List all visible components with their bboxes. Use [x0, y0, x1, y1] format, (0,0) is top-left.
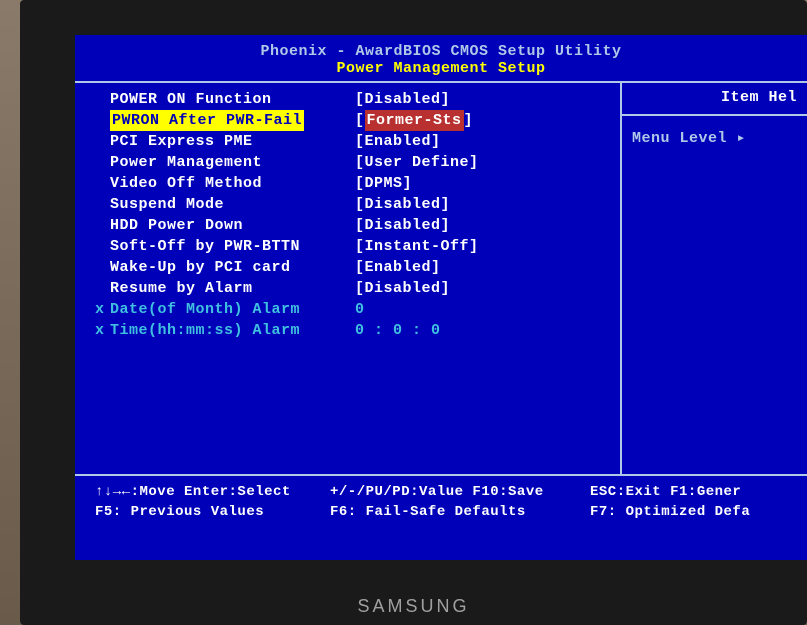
help-panel: Item Hel Menu Level ▸ [622, 83, 807, 474]
bios-screen: Phoenix - AwardBIOS CMOS Setup Utility P… [75, 35, 807, 560]
setting-label: Soft-Off by PWR-BTTN [85, 236, 355, 257]
setting-value: [Disabled] [355, 194, 610, 215]
setting-label: PCI Express PME [85, 131, 355, 152]
setting-value: 0 : 0 : 0 [355, 320, 610, 341]
setting-label: PWRON After PWR-Fail [85, 110, 355, 131]
monitor-brand-logo: SAMSUNG [357, 596, 469, 617]
settings-panel: POWER ON Function [Disabled] PWRON After… [75, 83, 622, 474]
hint-failsafe-defaults: F6: Fail-Safe Defaults [330, 502, 580, 522]
setting-label: Power Management [85, 152, 355, 173]
main-area: POWER ON Function [Disabled] PWRON After… [75, 81, 807, 476]
setting-wake-up-by-pci-card[interactable]: Wake-Up by PCI card [Enabled] [85, 257, 610, 278]
menu-level-label: Menu Level [632, 130, 727, 147]
panel-divider [622, 114, 807, 116]
setting-suspend-mode[interactable]: Suspend Mode [Disabled] [85, 194, 610, 215]
footer-keyhints: ↑↓→←:Move Enter:Select +/-/PU/PD:Value F… [75, 476, 807, 528]
setting-value: [Enabled] [355, 131, 610, 152]
setting-resume-by-alarm[interactable]: Resume by Alarm [Disabled] [85, 278, 610, 299]
setting-label: Date(of Month) Alarm [85, 299, 355, 320]
setting-value: [Disabled] [355, 215, 610, 236]
setting-value: [DPMS] [355, 173, 610, 194]
setting-label: POWER ON Function [85, 89, 355, 110]
setting-value: [Enabled] [355, 257, 610, 278]
setting-label: Resume by Alarm [85, 278, 355, 299]
setting-power-on-function[interactable]: POWER ON Function [Disabled] [85, 89, 610, 110]
setting-label: Time(hh:mm:ss) Alarm [85, 320, 355, 341]
setting-video-off-method[interactable]: Video Off Method [DPMS] [85, 173, 610, 194]
chevron-right-icon: ▸ [737, 130, 747, 147]
setting-label: Wake-Up by PCI card [85, 257, 355, 278]
setting-value: [User Define] [355, 152, 610, 173]
setting-value: [Instant-Off] [355, 236, 610, 257]
setting-value: 0 [355, 299, 610, 320]
bios-title-main: Phoenix - AwardBIOS CMOS Setup Utility [75, 43, 807, 60]
bios-title-sub: Power Management Setup [75, 60, 807, 77]
hint-previous-values: F5: Previous Values [95, 502, 330, 522]
disabled-marker-icon: x [95, 299, 105, 320]
setting-value: [Former-Sts] [355, 110, 610, 131]
hint-optimized-defaults: F7: Optimized Defa [580, 502, 787, 522]
setting-label: Video Off Method [85, 173, 355, 194]
setting-date-alarm: x Date(of Month) Alarm 0 [85, 299, 610, 320]
footer-row-2: F5: Previous Values F6: Fail-Safe Defaul… [95, 502, 787, 522]
setting-hdd-power-down[interactable]: HDD Power Down [Disabled] [85, 215, 610, 236]
setting-pwron-after-pwr-fail[interactable]: PWRON After PWR-Fail [Former-Sts] [85, 110, 610, 131]
menu-level-row: Menu Level ▸ [632, 128, 797, 147]
setting-pci-express-pme[interactable]: PCI Express PME [Enabled] [85, 131, 610, 152]
setting-value: [Disabled] [355, 89, 610, 110]
setting-label: Suspend Mode [85, 194, 355, 215]
hint-value-save: +/-/PU/PD:Value F10:Save [330, 482, 580, 502]
item-help-header: Item Hel [632, 89, 797, 106]
bios-header: Phoenix - AwardBIOS CMOS Setup Utility P… [75, 35, 807, 81]
hint-exit-general: ESC:Exit F1:Gener [580, 482, 787, 502]
disabled-marker-icon: x [95, 320, 105, 341]
setting-value: [Disabled] [355, 278, 610, 299]
setting-time-alarm: x Time(hh:mm:ss) Alarm 0 : 0 : 0 [85, 320, 610, 341]
monitor-frame: Phoenix - AwardBIOS CMOS Setup Utility P… [20, 0, 807, 625]
setting-soft-off-by-pwr-bttn[interactable]: Soft-Off by PWR-BTTN [Instant-Off] [85, 236, 610, 257]
setting-power-management[interactable]: Power Management [User Define] [85, 152, 610, 173]
footer-row-1: ↑↓→←:Move Enter:Select +/-/PU/PD:Value F… [95, 482, 787, 502]
hint-move-select: ↑↓→←:Move Enter:Select [95, 482, 330, 502]
setting-label: HDD Power Down [85, 215, 355, 236]
